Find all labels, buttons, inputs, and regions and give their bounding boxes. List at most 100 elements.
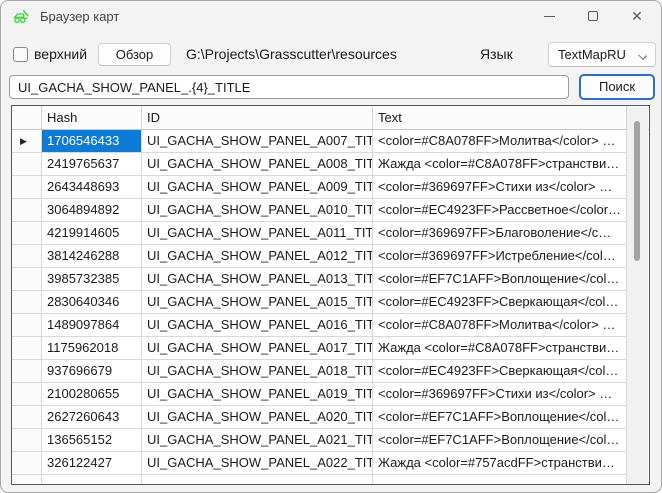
cell-hash[interactable]: 2419765637 xyxy=(42,153,142,176)
row-selector[interactable] xyxy=(12,337,42,360)
search-input[interactable] xyxy=(9,75,569,99)
resources-path: G:\Projects\Grasscutter\resources xyxy=(186,46,397,62)
table-row[interactable]: 2643448693 UI_GACHA_SHOW_PANEL_A009_TITL… xyxy=(12,176,649,199)
table-row[interactable]: 4219914605 UI_GACHA_SHOW_PANEL_A011_TITL… xyxy=(12,222,649,245)
cell-hash[interactable]: 2643448693 xyxy=(42,176,142,199)
title-bar[interactable]: Браузер карт ✕ xyxy=(1,1,661,31)
row-selector[interactable] xyxy=(12,452,42,475)
row-selector[interactable] xyxy=(12,291,42,314)
row-selector[interactable] xyxy=(12,153,42,176)
table-row[interactable]: 3985732385 UI_GACHA_SHOW_PANEL_A013_TITL… xyxy=(12,268,649,291)
row-selector[interactable] xyxy=(12,383,42,406)
cell-hash[interactable]: 3064894892 xyxy=(42,199,142,222)
row-selector[interactable] xyxy=(12,429,42,452)
maximize-button[interactable] xyxy=(571,1,615,31)
column-header-text[interactable]: Text xyxy=(373,106,627,129)
cell-text[interactable]: <color=#369697FF>Истребление</col… xyxy=(373,245,627,268)
cell-hash[interactable]: 937696679 xyxy=(42,360,142,383)
cell-id[interactable]: UI_GACHA_SHOW_PANEL_A019_TITLE xyxy=(142,383,373,406)
search-button[interactable]: Поиск xyxy=(579,74,655,100)
row-selector[interactable] xyxy=(12,245,42,268)
cell-hash[interactable]: 1489097864 xyxy=(42,314,142,337)
cell-hash[interactable]: 2100280655 xyxy=(42,383,142,406)
table-row[interactable]: 326122427 UI_GACHA_SHOW_PANEL_A022_TITLE… xyxy=(12,452,649,475)
cell-hash[interactable]: 2627260643 xyxy=(42,406,142,429)
minimize-button[interactable] xyxy=(527,1,571,31)
cell-text[interactable]: <color=#369697FF>Благоволение</c… xyxy=(373,222,627,245)
column-header-hash[interactable]: Hash xyxy=(42,106,142,129)
row-selector[interactable] xyxy=(12,406,42,429)
cell-text[interactable]: <color=#EF7C1AFF>Воплощение</col… xyxy=(373,268,627,291)
row-selector[interactable] xyxy=(12,360,42,383)
cell-id[interactable]: UI_GACHA_SHOW_PANEL_A012_TITLE xyxy=(142,245,373,268)
cell-text[interactable]: <color=#EC4923FF>Сверкающая</col… xyxy=(373,360,627,383)
topmost-checkbox-label: верхний xyxy=(34,46,87,62)
table-row[interactable]: 2419765637 UI_GACHA_SHOW_PANEL_A008_TITL… xyxy=(12,153,649,176)
cell-text[interactable]: <color=#EF7C1AFF>Воплощение</col… xyxy=(373,406,627,429)
table-row[interactable]: 2830640346 UI_GACHA_SHOW_PANEL_A015_TITL… xyxy=(12,291,649,314)
cell-text[interactable]: <color=#EC4923FF>Сверкающая</col… xyxy=(373,291,627,314)
table-row[interactable]: 1489097864 UI_GACHA_SHOW_PANEL_A016_TITL… xyxy=(12,314,649,337)
cell-id[interactable]: UI_GACHA_SHOW_PANEL_A018_TITLE xyxy=(142,360,373,383)
table-row[interactable]: 1175962018 UI_GACHA_SHOW_PANEL_A017_TITL… xyxy=(12,337,649,360)
cell-text[interactable]: <color=#369697FF>Стихи из</color> … xyxy=(373,383,627,406)
cell-text[interactable]: Жажда <color=#C8A078FF>странстви… xyxy=(373,153,627,176)
language-select[interactable]: TextMapRU xyxy=(548,42,656,67)
cell-id[interactable]: UI_GACHA_SHOW_PANEL_A020_TITLE xyxy=(142,406,373,429)
cell-hash[interactable]: 3814246288 xyxy=(42,245,142,268)
cell-hash[interactable]: 136565152 xyxy=(42,429,142,452)
row-selector[interactable] xyxy=(12,176,42,199)
cell-id[interactable]: UI_GACHA_SHOW_PANEL_A011_TITLE xyxy=(142,222,373,245)
row-selector[interactable] xyxy=(12,268,42,291)
vertical-scrollbar[interactable] xyxy=(627,107,648,485)
toolbar: верхний Обзор G:\Projects\Grasscutter\re… xyxy=(1,41,661,69)
grasscutter-lawnmower-icon xyxy=(12,8,32,25)
cell-id[interactable]: UI_GACHA_SHOW_PANEL_A021_TITLE xyxy=(142,429,373,452)
row-selector[interactable] xyxy=(12,314,42,337)
table-row[interactable]: 2627260643 UI_GACHA_SHOW_PANEL_A020_TITL… xyxy=(12,406,649,429)
row-selector[interactable] xyxy=(12,222,42,245)
row-selector[interactable] xyxy=(12,199,42,222)
table-row[interactable]: 3814246288 UI_GACHA_SHOW_PANEL_A012_TITL… xyxy=(12,245,649,268)
scrollbar-thumb[interactable] xyxy=(634,121,640,261)
cell-text[interactable]: Жажда <color=#C8A078FF>странстви… xyxy=(373,337,627,360)
cell-id[interactable]: UI_GACHA_SHOW_PANEL_A015_TITLE xyxy=(142,291,373,314)
table-row[interactable]: 937696679 UI_GACHA_SHOW_PANEL_A018_TITLE… xyxy=(12,360,649,383)
maximize-icon xyxy=(588,11,598,21)
close-icon: ✕ xyxy=(631,9,643,23)
cell-id[interactable]: UI_GACHA_SHOW_PANEL_A017_TITLE xyxy=(142,337,373,360)
table-row[interactable]: 3064894892 UI_GACHA_SHOW_PANEL_A010_TITL… xyxy=(12,199,649,222)
cell-hash[interactable]: 3985732385 xyxy=(42,268,142,291)
row-selector-indicator[interactable]: ▶ xyxy=(12,130,42,153)
cell-hash[interactable]: 4219914605 xyxy=(42,222,142,245)
cell-id[interactable]: UI_GACHA_SHOW_PANEL_A007_TITLE xyxy=(142,130,373,153)
cell-hash[interactable]: 2830640346 xyxy=(42,291,142,314)
cell-hash[interactable]: 1706546433 xyxy=(42,130,142,153)
cell-text[interactable]: <color=#EC4923FF>Рассветное</color… xyxy=(373,199,627,222)
window-title: Браузер карт xyxy=(40,9,119,24)
cell-id[interactable]: UI_GACHA_SHOW_PANEL_A013_TITLE xyxy=(142,268,373,291)
cell-hash[interactable]: 1175962018 xyxy=(42,337,142,360)
table-row[interactable]: ▶ 1706546433 UI_GACHA_SHOW_PANEL_A007_TI… xyxy=(12,130,649,153)
table-row[interactable]: 2100280655 UI_GACHA_SHOW_PANEL_A019_TITL… xyxy=(12,383,649,406)
row-selector-header xyxy=(12,106,42,129)
cell-text[interactable]: <color=#369697FF>Стихи из</color> … xyxy=(373,176,627,199)
cell-id[interactable]: UI_GACHA_SHOW_PANEL_A010_TITLE xyxy=(142,199,373,222)
table-row[interactable]: 136565152 UI_GACHA_SHOW_PANEL_A021_TITLE… xyxy=(12,429,649,452)
cell-hash[interactable]: 326122427 xyxy=(42,452,142,475)
cell-text[interactable]: <color=#C8A078FF>Молитва</color> … xyxy=(373,130,627,153)
column-header-id[interactable]: ID xyxy=(142,106,373,129)
topmost-checkbox[interactable] xyxy=(13,47,28,62)
cell-text[interactable]: <color=#EF7C1AFF>Воплощение</col… xyxy=(373,429,627,452)
table-row-placeholder xyxy=(12,475,649,485)
cell-id[interactable]: UI_GACHA_SHOW_PANEL_A008_TITLE xyxy=(142,153,373,176)
cell-id[interactable]: UI_GACHA_SHOW_PANEL_A022_TITLE xyxy=(142,452,373,475)
browse-button[interactable]: Обзор xyxy=(98,43,171,66)
cell-id[interactable]: UI_GACHA_SHOW_PANEL_A009_TITLE xyxy=(142,176,373,199)
grid-header: Hash ID Text xyxy=(12,106,649,130)
cell-id[interactable]: UI_GACHA_SHOW_PANEL_A016_TITLE xyxy=(142,314,373,337)
cell-text[interactable]: <color=#C8A078FF>Молитва</color> … xyxy=(373,314,627,337)
close-button[interactable]: ✕ xyxy=(615,1,659,31)
language-label: Язык xyxy=(480,46,513,62)
cell-text[interactable]: Жажда <color=#757acdFF>странстви… xyxy=(373,452,627,475)
